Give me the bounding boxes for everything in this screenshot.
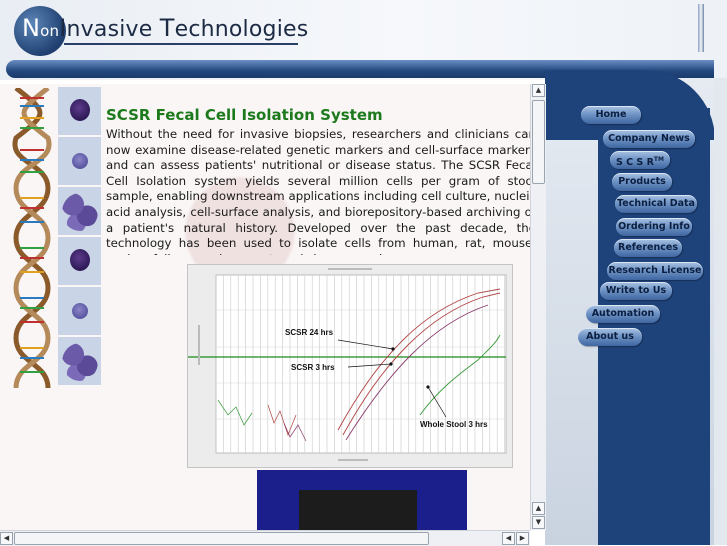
nav-research-license-label: Research License — [608, 265, 702, 276]
nav-scsr-label: S C S R — [616, 157, 654, 169]
nav-write-to-us-label: Write to Us — [605, 285, 667, 296]
logo-text-on: on — [40, 22, 60, 40]
label-scsr-3: SCSR 3 hrs — [291, 363, 335, 372]
gel-photo — [257, 470, 467, 530]
cell-micrograph — [58, 87, 101, 135]
nav-scsr-trademark: TM — [653, 156, 664, 163]
page-title: SCSR Fecal Cell Isolation System — [106, 106, 383, 124]
nav-references[interactable]: References — [614, 239, 682, 257]
up-arrow-icon[interactable]: ▲ — [532, 84, 545, 97]
horizontal-scrollbar[interactable]: ◀ ◀ ▶ — [0, 530, 530, 546]
vertical-scroll-thumb[interactable] — [532, 100, 545, 184]
nav-technical-data[interactable]: Technical Data — [615, 195, 697, 213]
cell-micrograph — [58, 187, 101, 235]
article-body: Without the need for invasive biopsies, … — [106, 127, 536, 255]
cell-micrograph — [58, 237, 101, 285]
logo-letter-n: N — [22, 14, 41, 42]
cell-micrograph — [58, 137, 101, 185]
logo-letter-t: T — [159, 14, 175, 42]
nav-ordering-info-label: Ordering Info — [618, 221, 690, 232]
up-arrow-icon[interactable]: ▲ — [532, 502, 545, 515]
nav-company-news[interactable]: Company News — [603, 130, 695, 148]
left-arrow-icon[interactable]: ◀ — [502, 532, 515, 545]
nav-research-license[interactable]: Research License — [607, 262, 703, 280]
logo-text-technologies: echnologies — [174, 17, 309, 42]
down-arrow-icon[interactable]: ▼ — [532, 516, 545, 529]
nav-home-label: Home — [595, 109, 627, 120]
cell-micrograph — [58, 287, 101, 335]
right-edge-strip — [714, 78, 727, 545]
nav-products[interactable]: Products — [612, 173, 672, 191]
header-divider-post — [698, 4, 704, 52]
nav-home[interactable]: Home — [581, 106, 641, 124]
amplification-plot-image: SCSR 24 hrs SCSR 3 hrs Whole Stool 3 hrs — [188, 265, 512, 467]
cell-micrograph-strip — [58, 87, 101, 387]
nav-automation-label: Automation — [591, 308, 655, 319]
nav-scsr[interactable]: S C S RTM — [610, 151, 670, 169]
pcr-amplification-figure: SCSR 24 hrs SCSR 3 hrs Whole Stool 3 hrs — [187, 264, 513, 468]
gel-image — [299, 490, 417, 530]
nav-technical-data-label: Technical Data — [617, 198, 695, 209]
label-scsr-24: SCSR 24 hrs — [285, 328, 334, 337]
logo-text-invasive: nvasive — [66, 17, 160, 42]
vertical-scrollbar[interactable]: ▲ ▲ ▼ — [530, 84, 546, 530]
cell-micrograph — [58, 337, 101, 385]
dna-helix-image — [12, 88, 52, 388]
nav-about-us[interactable]: About us — [578, 328, 642, 346]
nav-automation[interactable]: Automation — [586, 305, 660, 323]
nav-references-label: References — [618, 242, 678, 253]
left-arrow-icon[interactable]: ◀ — [0, 532, 13, 545]
nav-company-news-label: Company News — [608, 133, 690, 144]
logo-letter-i: I — [59, 14, 67, 42]
article: SCSR Fecal Cell Isolation System Without… — [106, 106, 536, 255]
logo-underline — [64, 43, 298, 45]
label-whole-stool-3: Whole Stool 3 hrs — [420, 420, 488, 429]
site-logo[interactable]: NonInvasive Technologies — [22, 14, 308, 42]
nav-products-label: Products — [618, 176, 666, 187]
right-arrow-icon[interactable]: ▶ — [516, 532, 529, 545]
nav-about-us-label: About us — [586, 331, 634, 342]
content-frame: SCSR Fecal Cell Isolation System Without… — [0, 84, 545, 530]
nav-write-to-us[interactable]: Write to Us — [600, 282, 672, 300]
horizontal-scroll-thumb[interactable] — [14, 532, 429, 545]
nav-ordering-info[interactable]: Ordering Info — [616, 218, 692, 236]
